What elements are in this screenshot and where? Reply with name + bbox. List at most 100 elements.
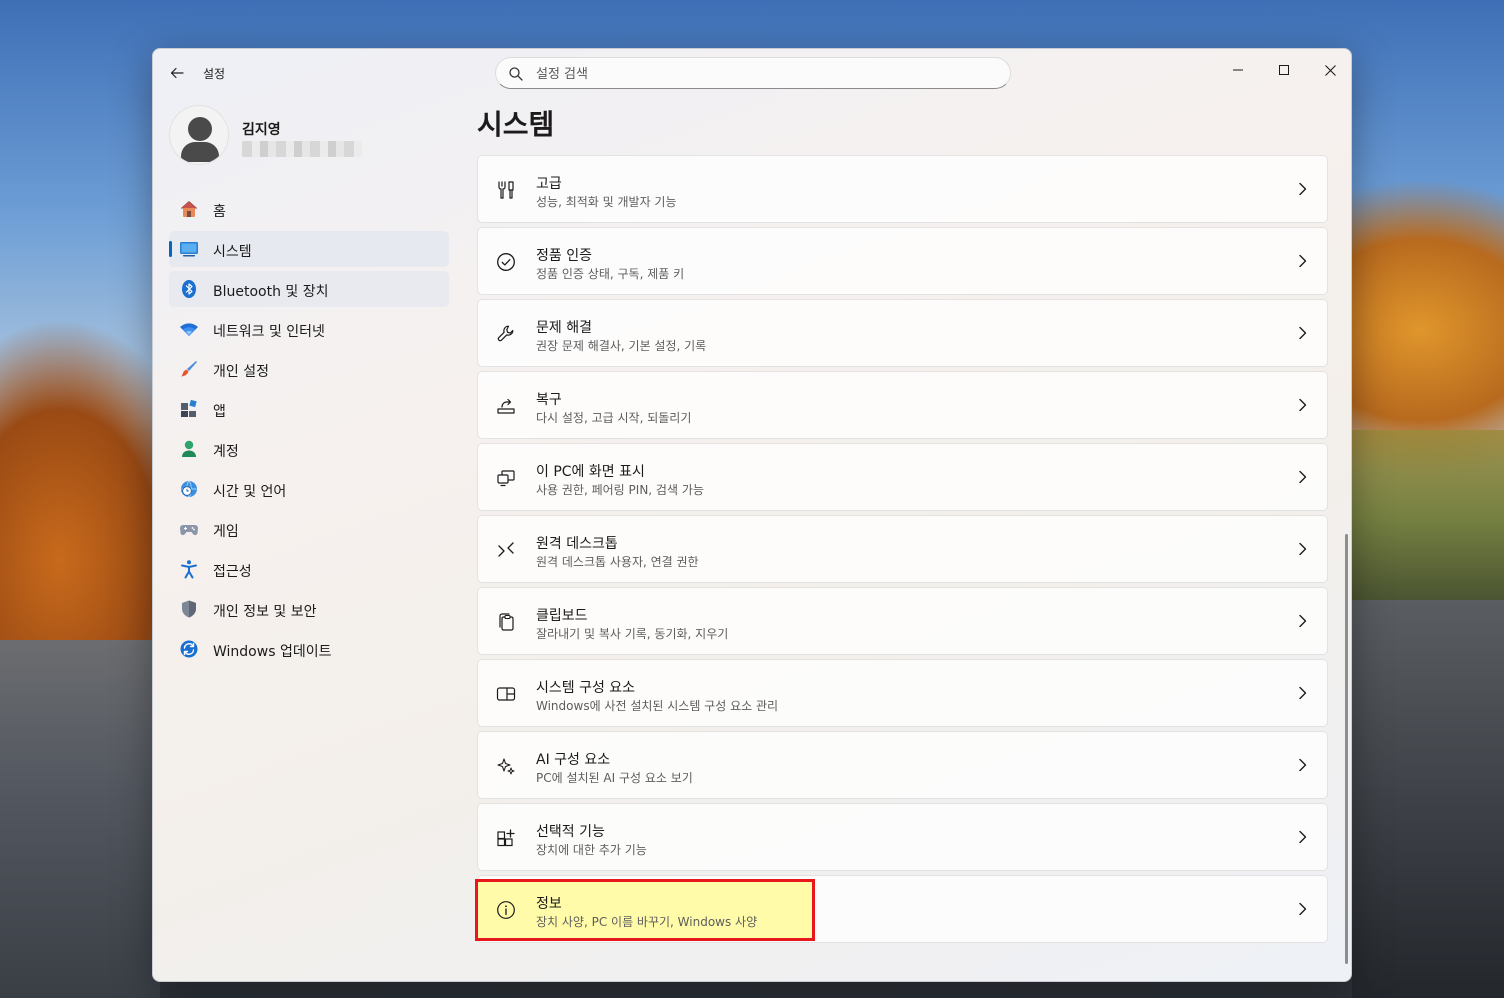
title-bar: 설정 bbox=[153, 49, 1351, 97]
chevron-right-icon bbox=[1299, 254, 1307, 268]
sidebar-item-network[interactable]: 네트워크 및 인터넷 bbox=[169, 311, 449, 347]
card-description: 권장 문제 해결사, 기본 설정, 기록 bbox=[536, 339, 707, 353]
sidebar-item-system[interactable]: 시스템 bbox=[169, 231, 449, 267]
highlight-box bbox=[475, 879, 815, 941]
card-description: PC에 설치된 AI 구성 요소 보기 bbox=[536, 771, 693, 785]
settings-card-project-to-pc[interactable]: 이 PC에 화면 표시 사용 권한, 페어링 PIN, 검색 가능 bbox=[477, 443, 1328, 511]
settings-card-optional-features[interactable]: 선택적 기능 장치에 대한 추가 기능 bbox=[477, 803, 1328, 871]
account-icon bbox=[182, 440, 196, 457]
page-title: 시스템 bbox=[477, 108, 555, 141]
back-arrow-icon bbox=[170, 67, 184, 79]
card-description: 잘라내기 및 복사 기록, 동기화, 지우기 bbox=[536, 627, 729, 641]
chevron-right-icon bbox=[1299, 686, 1307, 700]
recovery-icon bbox=[497, 398, 515, 414]
chevron-right-icon bbox=[1299, 470, 1307, 484]
chevron-right-icon bbox=[1299, 326, 1307, 340]
project-icon bbox=[497, 470, 515, 487]
card-description: 원격 데스크톱 사용자, 연결 권한 bbox=[536, 555, 699, 569]
chevron-right-icon bbox=[1299, 182, 1307, 196]
accessibility-icon bbox=[181, 560, 197, 579]
minimize-button[interactable] bbox=[1215, 55, 1261, 85]
card-description: Windows에 사전 설치된 시스템 구성 요소 관리 bbox=[536, 699, 779, 713]
sidebar-item-time-language[interactable]: 시간 및 언어 bbox=[169, 471, 449, 507]
clipboard-icon bbox=[499, 613, 514, 631]
chevron-right-icon bbox=[1299, 902, 1307, 916]
sidebar-item-label: Bluetooth 및 장치 bbox=[213, 284, 329, 300]
search-input[interactable] bbox=[536, 63, 976, 85]
sidebar-item-label: 시스템 bbox=[213, 244, 252, 260]
gamepad-icon bbox=[180, 525, 198, 536]
avatar bbox=[169, 105, 229, 165]
wallpaper-rocks-right bbox=[1352, 600, 1504, 998]
close-button[interactable] bbox=[1307, 55, 1351, 85]
update-icon bbox=[180, 640, 198, 658]
sidebar-item-label: 앱 bbox=[213, 404, 226, 420]
sidebar-item-privacy[interactable]: 개인 정보 및 보안 bbox=[169, 591, 449, 627]
profile-email-redacted bbox=[242, 141, 362, 157]
maximize-icon bbox=[1279, 65, 1289, 75]
maximize-button[interactable] bbox=[1261, 55, 1307, 85]
sidebar-item-home[interactable]: 홈 bbox=[169, 191, 449, 227]
chevron-right-icon bbox=[1299, 830, 1307, 844]
settings-card-system-components[interactable]: 시스템 구성 요소 Windows에 사전 설치된 시스템 구성 요소 관리 bbox=[477, 659, 1328, 727]
sidebar-item-gaming[interactable]: 게임 bbox=[169, 511, 449, 547]
card-description: 정품 인증 상태, 구독, 제품 키 bbox=[536, 267, 685, 281]
card-title: 원격 데스크톱 bbox=[536, 536, 618, 552]
search-box[interactable] bbox=[495, 57, 1011, 89]
wallpaper-rocks-left bbox=[0, 640, 160, 998]
sidebar-item-label: 네트워크 및 인터넷 bbox=[213, 324, 325, 340]
sidebar-item-label: 접근성 bbox=[213, 564, 252, 580]
card-description: 장치 사양, PC 이름 바꾸기, Windows 사양 bbox=[536, 915, 758, 929]
sidebar-item-label: 게임 bbox=[213, 524, 239, 540]
sidebar-item-label: 개인 설정 bbox=[213, 364, 269, 380]
optional-features-icon bbox=[497, 829, 515, 847]
close-icon bbox=[1324, 64, 1336, 76]
chevron-right-icon bbox=[1299, 614, 1307, 628]
card-title: 고급 bbox=[536, 176, 562, 192]
sparkle-icon bbox=[497, 758, 515, 775]
remote-desktop-icon bbox=[498, 542, 514, 557]
settings-card-about[interactable]: 정보 장치 사양, PC 이름 바꾸기, Windows 사양 bbox=[475, 875, 1328, 943]
shield-icon bbox=[182, 600, 196, 618]
sidebar-item-personalization[interactable]: 개인 설정 bbox=[169, 351, 449, 387]
sidebar-item-apps[interactable]: 앱 bbox=[169, 391, 449, 427]
brush-icon bbox=[181, 361, 197, 377]
card-title: 시스템 구성 요소 bbox=[536, 680, 636, 696]
settings-card-advanced[interactable]: 고급 성능, 최적화 및 개발자 기능 bbox=[477, 155, 1328, 223]
user-profile[interactable]: 김지영 bbox=[169, 105, 449, 169]
active-indicator bbox=[169, 241, 172, 257]
wrench-icon bbox=[497, 325, 514, 342]
sidebar-item-label: Windows 업데이트 bbox=[213, 644, 332, 660]
sidebar-item-windows-update[interactable]: Windows 업데이트 bbox=[169, 631, 449, 667]
sidebar-item-accessibility[interactable]: 접근성 bbox=[169, 551, 449, 587]
check-circle-icon bbox=[497, 253, 515, 271]
sidebar-item-bluetooth[interactable]: Bluetooth 및 장치 bbox=[169, 271, 449, 307]
sidebar-item-label: 시간 및 언어 bbox=[213, 484, 287, 500]
card-title: 문제 해결 bbox=[536, 320, 592, 336]
settings-card-ai-components[interactable]: AI 구성 요소 PC에 설치된 AI 구성 요소 보기 bbox=[477, 731, 1328, 799]
tools-icon bbox=[498, 181, 514, 199]
bluetooth-icon bbox=[182, 280, 196, 298]
card-title: 복구 bbox=[536, 392, 562, 408]
back-button[interactable] bbox=[163, 61, 191, 85]
wifi-icon bbox=[180, 323, 198, 336]
minimize-icon bbox=[1233, 69, 1243, 71]
chevron-right-icon bbox=[1299, 542, 1307, 556]
profile-name: 김지영 bbox=[242, 122, 281, 138]
chevron-right-icon bbox=[1299, 758, 1307, 772]
settings-card-activation[interactable]: 정품 인증 정품 인증 상태, 구독, 제품 키 bbox=[477, 227, 1328, 295]
settings-card-recovery[interactable]: 복구 다시 설정, 고급 시작, 되돌리기 bbox=[477, 371, 1328, 439]
sidebar-item-label: 홈 bbox=[213, 204, 226, 220]
scrollbar[interactable] bbox=[1345, 534, 1348, 964]
card-description: 사용 권한, 페어링 PIN, 검색 가능 bbox=[536, 483, 704, 497]
sidebar-item-accounts[interactable]: 계정 bbox=[169, 431, 449, 467]
card-description: 다시 설정, 고급 시작, 되돌리기 bbox=[536, 411, 692, 425]
card-description: 장치에 대한 추가 기능 bbox=[536, 843, 647, 857]
system-icon bbox=[180, 242, 198, 257]
chevron-right-icon bbox=[1299, 398, 1307, 412]
settings-card-list: 고급 성능, 최적화 및 개발자 기능 정품 인증 정품 인증 상태, 구독, … bbox=[475, 155, 1328, 947]
settings-card-remote-desktop[interactable]: 원격 데스크톱 원격 데스크톱 사용자, 연결 권한 bbox=[477, 515, 1328, 583]
card-title: 이 PC에 화면 표시 bbox=[536, 464, 645, 480]
settings-card-clipboard[interactable]: 클립보드 잘라내기 및 복사 기록, 동기화, 지우기 bbox=[477, 587, 1328, 655]
settings-card-troubleshoot[interactable]: 문제 해결 권장 문제 해결사, 기본 설정, 기록 bbox=[477, 299, 1328, 367]
